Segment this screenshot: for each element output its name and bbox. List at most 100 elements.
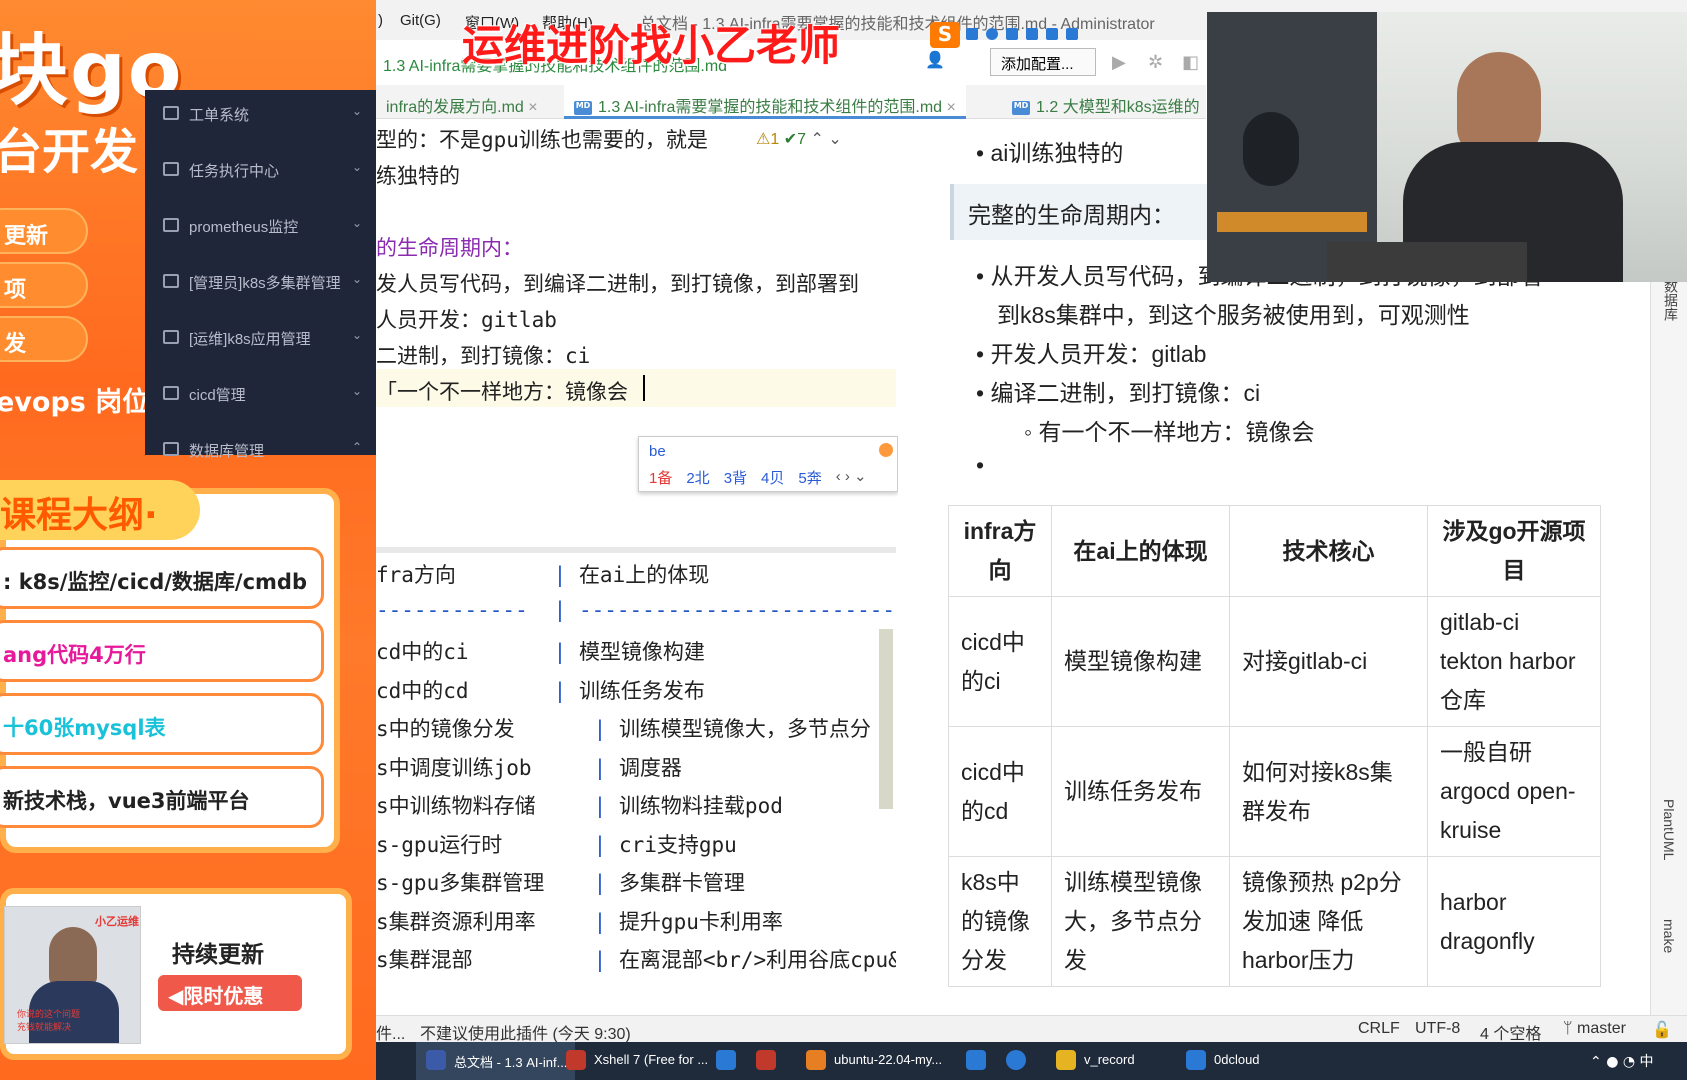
tab-llm-k8s[interactable]: MD 1.2 大模型和k8s运维的 [1002,85,1210,119]
taskbar-label: v_record [1084,1052,1135,1067]
keyboard-icon[interactable] [1006,28,1018,40]
status-plugin-message[interactable]: 不建议使用此插件 (今天 9:30) [420,1020,631,1044]
menu-item-label: [管理员]k8s多集群管理 [189,275,341,292]
taskbar-item-vm[interactable]: ubuntu-22.04-my... [796,1042,950,1080]
menu-icon [163,106,179,120]
editor-tabs: infra的发展方向.md × MD 1.3 AI-infra需要掌握的技能和技术… [376,85,1206,119]
taskbar-item-folder[interactable]: v_record [1046,1042,1143,1080]
taskbar-item-xshell[interactable]: Xshell 7 (Free for ... [556,1042,716,1080]
split-divider[interactable] [376,547,896,553]
vmware-icon [806,1050,826,1070]
preview-table: infra方向 在ai上的体现 技术核心 涉及go开源项目 cicd中的ci 模型… [948,505,1601,987]
tool-database[interactable]: 数据库 [1661,279,1681,321]
editor-scrollbar[interactable] [879,629,893,809]
ime-candidate[interactable]: 3背 [724,467,747,488]
ime-candidate[interactable]: 1备 [649,467,672,488]
ime-skin-icon [879,443,893,457]
ime-indicator[interactable]: 中 [1640,1054,1654,1070]
k-app-icon [1006,1050,1026,1070]
close-icon[interactable]: × [947,99,956,116]
debug-icon[interactable]: ✲ [1148,52,1163,73]
ime-candidate-popup: be 1备 2北 3背 4贝 5奔 ‹ › ⌄ [638,436,898,492]
table-cell: 模型镜像构建 [1051,596,1230,727]
menu-item-partial[interactable]: ) [378,12,383,29]
menu-item-cicd[interactable]: cicd管理 ⌄ [145,370,376,426]
table-source-col-a: s-gpu多集群管理 [376,871,545,895]
cloud-icon [1186,1050,1206,1070]
system-tray[interactable]: ⌃ ● ◔ 中 [1590,1051,1654,1071]
wifi-icon[interactable]: ◔ [1623,1054,1635,1070]
preview-bullet-text: 开发人员开发：gitlab [990,341,1207,367]
coverage-icon[interactable]: ◧ [1182,52,1199,73]
ime-tool-icon[interactable] [966,28,978,40]
table-source-col-a: cd中的ci [376,640,469,664]
branch-icon: ᛘ [1563,1020,1578,1037]
taskbar-item-cloud[interactable]: 0dcloud [1176,1042,1268,1080]
menu-item-label: cicd管理 [189,387,246,404]
ime-candidates: 1备 2北 3背 4贝 5奔 ‹ › ⌄ [649,467,867,488]
chevron-up-icon: ⌃ [351,440,362,454]
warning-count: 1 [770,131,780,148]
taskbar-item-app[interactable] [746,1042,792,1080]
status-encoding[interactable]: UTF-8 [1415,1020,1460,1038]
tool-make[interactable]: make [1661,919,1677,953]
keyboard-desk-icon [1327,242,1527,282]
chevron-up-icon[interactable]: ⌃ [810,131,823,148]
run-icon[interactable]: ▶ [1112,52,1126,73]
mic-icon[interactable] [986,28,998,40]
table-source-col-b: 训练物料挂载pod [618,794,783,818]
editor-line: 型的：不是gpu训练也需要的，就是 [376,128,708,152]
promo-pill-1: 更新 [0,208,88,254]
menu-item-git[interactable]: Git(G) [400,12,441,29]
status-indent[interactable]: 4 个空格 [1480,1020,1541,1044]
tray-icon[interactable]: ● [1606,1054,1618,1070]
menu-item-k8s-admin[interactable]: [管理员]k8s多集群管理 ⌄ [145,258,376,314]
menu-item-k8s-app[interactable]: [运维]k8s应用管理 ⌄ [145,314,376,370]
outline-item-3: 十60张mysql表 [0,693,324,755]
table-source-col-a: fra方向 [376,563,456,587]
ime-candidate[interactable]: 2北 [686,467,709,488]
tab-infra-direction[interactable]: infra的发展方向.md × [376,85,548,119]
lock-icon[interactable]: 🔓 [1652,1020,1672,1040]
markdown-editor[interactable]: 型的：不是gpu训练也需要的，就是 练独特的 的生命周期内： 发人员写代码，到编译二进… [376,119,896,984]
status-branch[interactable]: ᛘ master [1563,1020,1626,1038]
tool-plantuml[interactable]: PlantUML [1661,799,1677,860]
menu-item-tasks[interactable]: 任务执行中心 ⌄ [145,146,376,202]
table-header: 在ai上的体现 [1051,505,1230,597]
editor-line: 二进制，到打镜像：ci [376,344,591,368]
table-source-col-b: 提升gpu卡利用率 [618,909,783,934]
menu-item-label: 数据库管理 [189,443,265,460]
chevron-up-icon[interactable]: ⌃ [1590,1054,1602,1070]
ime-page-arrows-icon[interactable]: ‹ › ⌄ [836,467,867,488]
close-icon[interactable]: × [528,99,537,116]
menu-item-tickets[interactable]: 工单系统 ⌄ [145,90,376,146]
preview-bullet: • ai训练独特的 [976,140,1124,166]
taskbar-label: ubuntu-22.04-my... [834,1052,943,1067]
goland-icon [426,1050,446,1070]
menu-item-label: [运维]k8s应用管理 [189,331,311,348]
table-pipe: | [541,597,579,622]
editor-line: 人员开发：gitlab [376,308,557,332]
inspection-widget[interactable]: ⚠1 ✔7 ⌃ ⌄ [756,129,842,149]
ime-candidate[interactable]: 5奔 [798,467,821,488]
markdown-icon: MD [1012,100,1030,115]
mixer-icon [1217,212,1367,232]
table-cell: 镜像预热 p2p分发加速 降低harbor压力 [1229,856,1428,987]
taskbar-item-goland[interactable]: 总文档 - 1.3 AI-inf... [416,1042,576,1080]
limited-offer-button[interactable]: ◀限时优惠 [158,975,302,1011]
ime-candidate[interactable]: 4贝 [761,467,784,488]
menu-item-database[interactable]: 数据库管理 ⌃ [145,426,376,482]
admin-sidebar-menu: 工单系统 ⌄ 任务执行中心 ⌄ prometheus监控 ⌄ [管理员]k8s多集群管… [145,90,376,460]
apps-icon[interactable] [1066,28,1078,40]
taskbar-item-app[interactable] [996,1042,1042,1080]
shirt-icon[interactable] [1026,28,1038,40]
chevron-down-icon[interactable]: ⌄ [828,131,841,148]
add-config-button[interactable]: 添加配置... [990,48,1096,76]
status-line-ending[interactable]: CRLF [1358,1020,1400,1038]
robot-icon[interactable] [1046,28,1058,40]
menu-item-prometheus[interactable]: prometheus监控 ⌄ [145,202,376,258]
table-pipe: | [581,717,619,741]
tab-ai-infra-skills[interactable]: MD 1.3 AI-infra需要掌握的技能和技术组件的范围.md × [564,85,966,119]
user-icon[interactable]: 👤 [925,50,953,72]
warning-icon: ⚠ [756,131,771,148]
